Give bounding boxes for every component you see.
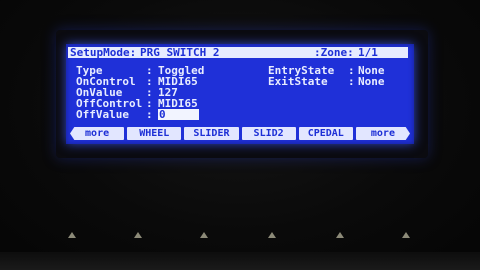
- softkey-slid2[interactable]: SLID2: [241, 127, 296, 140]
- front-panel-edge: [0, 252, 480, 270]
- softbutton-2-marker[interactable]: [134, 232, 142, 238]
- separator: :: [348, 75, 355, 88]
- softkey-more-right[interactable]: more: [355, 127, 411, 140]
- title-bar: SetupMode: PRG SWITCH 2 :Zone: 1/1: [68, 47, 408, 58]
- softkey-more-left[interactable]: more: [70, 127, 125, 140]
- softbutton-1-marker[interactable]: [68, 232, 76, 238]
- zone-label: :Zone:: [314, 46, 354, 59]
- softkey-bar: more WHEEL SLIDER SLID2 CPEDAL more: [70, 127, 411, 140]
- param-exitstate-value[interactable]: None: [358, 76, 385, 87]
- setup-mode-value: PRG SWITCH 2: [140, 46, 220, 59]
- softbutton-4-marker[interactable]: [268, 232, 276, 238]
- param-offvalue-field[interactable]: 0: [158, 109, 199, 120]
- zone-value: 1/1: [358, 46, 378, 59]
- softbutton-6-marker[interactable]: [402, 232, 410, 238]
- softkey-slider[interactable]: SLIDER: [184, 127, 239, 140]
- setup-mode-label: SetupMode:: [70, 46, 137, 59]
- param-exitstate-label: ExitState: [268, 75, 328, 88]
- param-offvalue-label: OffValue: [76, 108, 129, 121]
- softbutton-3-marker[interactable]: [200, 232, 208, 238]
- separator: :: [146, 108, 153, 121]
- softbutton-5-marker[interactable]: [336, 232, 344, 238]
- lcd-screen: SetupMode: PRG SWITCH 2 :Zone: 1/1 Type …: [66, 44, 414, 144]
- softkey-wheel[interactable]: WHEEL: [127, 127, 182, 140]
- softkey-cpedal[interactable]: CPEDAL: [298, 127, 353, 140]
